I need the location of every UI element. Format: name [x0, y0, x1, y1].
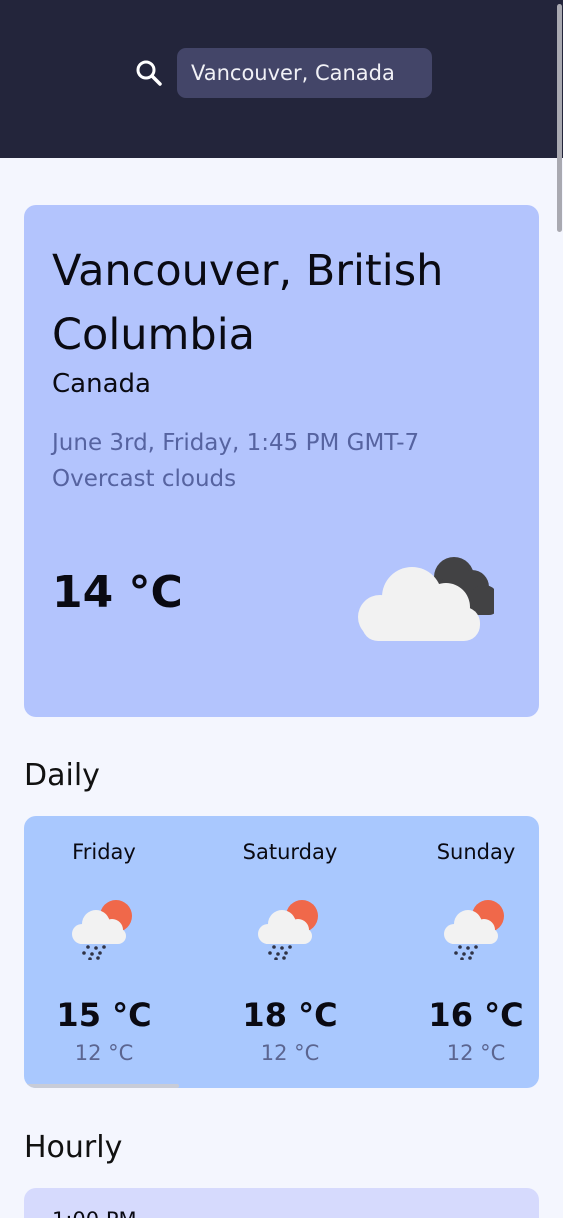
weather-app: Vancouver, British Columbia Canada June …	[0, 0, 563, 1218]
scrollbar-thumb[interactable]	[557, 4, 562, 232]
current-temperature: 14 °C	[52, 567, 183, 618]
high-temperature: 16 °C	[428, 996, 524, 1034]
search-icon	[136, 60, 162, 86]
rain-sun-icon	[72, 900, 132, 960]
weather-condition: Overcast clouds	[52, 466, 237, 492]
page-scrollbar[interactable]	[555, 0, 563, 1218]
local-datetime: June 3rd, Friday, 1:45 PM GMT-7	[52, 430, 420, 456]
day-name: Sunday	[436, 840, 516, 864]
current-weather-card: Vancouver, British Columbia Canada June …	[24, 205, 539, 717]
search-input[interactable]	[177, 48, 432, 98]
low-temperature: 12 °C	[260, 1041, 320, 1065]
overcast-clouds-icon	[358, 557, 494, 641]
rain-sun-icon	[444, 900, 504, 960]
daily-forecast-item: Saturday 18 °C 12 °C	[210, 816, 370, 1088]
country-name: Canada	[52, 369, 151, 399]
high-temperature: 18 °C	[242, 996, 338, 1034]
day-name: Friday	[72, 840, 136, 864]
search-button[interactable]	[134, 58, 164, 88]
daily-forecast-item: Friday 15 °C 12 °C	[24, 816, 184, 1088]
daily-forecast-item: Sunday 16 °C 12 °C	[396, 816, 539, 1088]
hourly-forecast-item: 1:00 PM	[24, 1188, 539, 1218]
header	[0, 0, 563, 158]
low-temperature: 12 °C	[446, 1041, 506, 1065]
daily-forecast-list[interactable]: Friday 15 °C 12 °C Saturday 18 °C 12 °C …	[24, 816, 539, 1088]
daily-section-title: Daily	[24, 758, 100, 793]
daily-horizontal-scrollbar[interactable]	[24, 1084, 179, 1088]
high-temperature: 15 °C	[56, 996, 152, 1034]
city-name: Vancouver, British Columbia	[52, 246, 444, 360]
low-temperature: 12 °C	[74, 1041, 134, 1065]
hourly-section-title: Hourly	[24, 1130, 123, 1165]
day-name: Saturday	[242, 840, 338, 864]
rain-sun-icon	[258, 900, 318, 960]
hour-time: 1:00 PM	[52, 1208, 137, 1218]
